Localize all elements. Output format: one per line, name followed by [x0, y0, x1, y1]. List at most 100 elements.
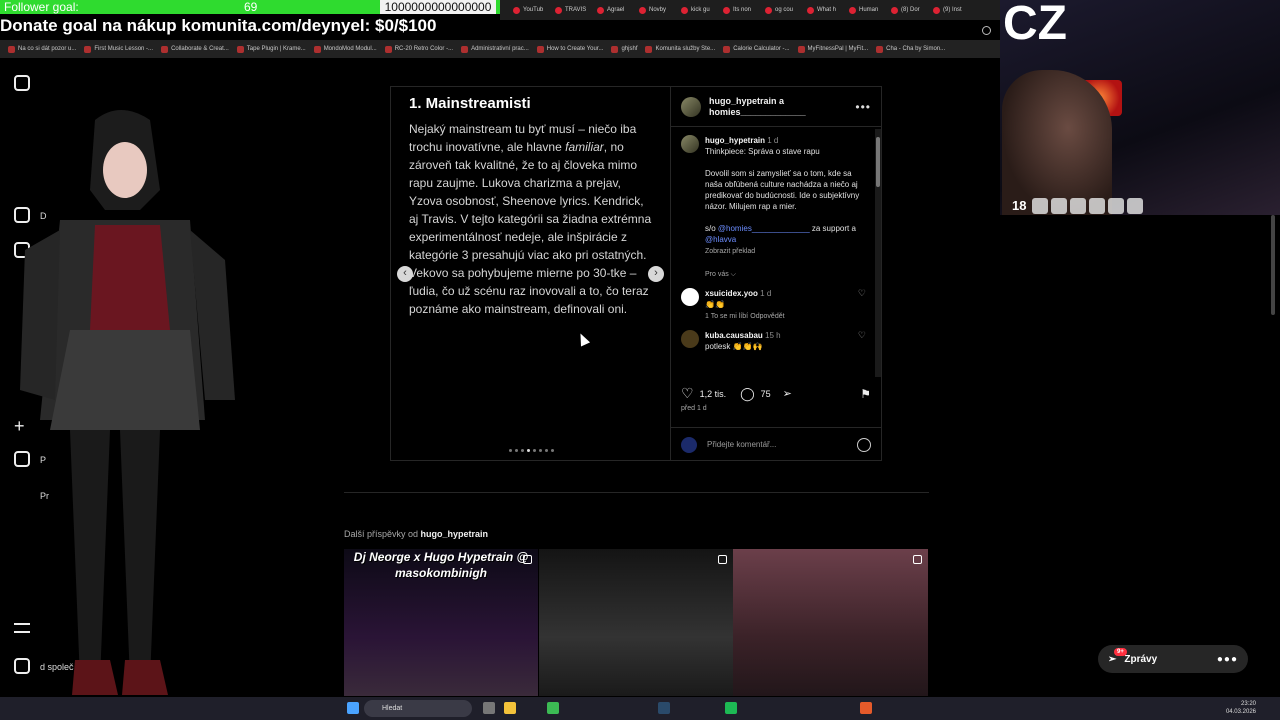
messages-button[interactable]: ➢ 9+ Zprávy ●●●	[1098, 645, 1248, 673]
tab-label: (8) Dor	[901, 7, 920, 13]
bookmark-item[interactable]: MyFitnessPal | MyFit...	[797, 45, 868, 53]
bookmark-item[interactable]: Komunita služby Ste...	[645, 45, 716, 53]
post-date: před 1 d	[681, 405, 707, 412]
bookmark-favicon-icon	[797, 45, 805, 53]
tab-favicon-icon	[723, 6, 730, 14]
reply-link[interactable]: Odpovědět	[750, 313, 784, 320]
browser-tab[interactable]: TRAVIS	[552, 0, 592, 20]
comment-likes[interactable]: 1 To se mi líbí	[705, 313, 748, 320]
tab-label: TRAVIS	[565, 7, 587, 13]
avatar[interactable]	[681, 135, 699, 153]
bookmark-item[interactable]: First Music Lesson -...	[84, 45, 153, 53]
bookmark-item[interactable]: Tape Plugin | Krame...	[236, 45, 306, 53]
mention-link[interactable]: @homies_____________	[718, 224, 810, 233]
emote-row	[1032, 198, 1143, 214]
tab-label: (9) Inst	[943, 7, 962, 13]
browser-tab[interactable]: What h	[804, 0, 844, 20]
browser-tab[interactable]: kick gu	[678, 0, 718, 20]
more-post-thumbnail[interactable]	[733, 549, 928, 696]
like-comment-icon[interactable]: ♡	[858, 288, 866, 322]
browser-tab[interactable]: YouTub	[510, 0, 550, 20]
instagram-icon[interactable]	[14, 75, 30, 91]
comment-user[interactable]: xsuicidex.yoo	[705, 289, 758, 298]
obs-icon[interactable]	[860, 702, 872, 714]
tab-label: Its non	[733, 7, 752, 13]
like-comment-icon[interactable]: ♡	[858, 330, 866, 352]
mention-link[interactable]: @hlavva	[705, 235, 736, 244]
browser-tab[interactable]: og cou	[762, 0, 802, 20]
bookmark-item[interactable]: Na co si dát pozor u...	[8, 45, 76, 53]
comments-list[interactable]: hugo_hypetrain 1 d Thinkpiece: Správa o …	[671, 129, 876, 377]
avatars-icon: ●●●	[1216, 653, 1238, 665]
search-icon[interactable]	[982, 26, 991, 35]
comments-scrollbar[interactable]	[875, 129, 881, 377]
browser-tab[interactable]: Novby	[636, 0, 676, 20]
carousel-next-button[interactable]: ›	[648, 266, 664, 282]
bookmark-item[interactable]: MondoMod Modul...	[313, 45, 377, 53]
steam-icon[interactable]	[658, 702, 670, 714]
bookmark-item[interactable]: How to Create Your...	[536, 45, 604, 53]
tab-favicon-icon	[555, 6, 562, 14]
tab-favicon-icon	[513, 6, 520, 14]
browser-tab[interactable]: Agrael	[594, 0, 634, 20]
caption-user[interactable]: hugo_hypetrain	[705, 136, 765, 145]
bookmark-item[interactable]: RC-20 Retro Color -...	[384, 45, 453, 53]
bookmark-item[interactable]: Administrativní prac...	[461, 45, 529, 53]
windows-start-icon[interactable]	[347, 702, 359, 714]
taskview-icon[interactable]	[483, 702, 495, 714]
avatar[interactable]	[681, 96, 701, 117]
bookmark-label: Komunita služby Ste...	[655, 46, 716, 52]
bookmark-item[interactable]: Cha - Cha by Simon...	[876, 45, 945, 53]
taskbar-clock[interactable]: 23:20 04.03.2026	[1226, 700, 1256, 716]
more-post-thumbnail[interactable]	[539, 549, 733, 696]
bookmark-icon[interactable]: ⚑	[860, 387, 871, 401]
post-actions: ♡ 1,2 tis. ◯ 75 ➢ ⚑	[681, 385, 871, 402]
more-options-icon[interactable]: •••	[855, 100, 871, 114]
thumbnail-caption: Dj Neorge x Hugo Hypetrain @ masokombini…	[353, 550, 529, 580]
more-posts-user[interactable]: hugo_hypetrain	[421, 529, 489, 539]
for-you-link[interactable]: Pro vás ⌵	[705, 271, 736, 278]
browser-tab[interactable]: (9) Inst	[930, 0, 970, 20]
like-count[interactable]: 1,2 tis.	[700, 389, 727, 399]
avatar	[681, 436, 697, 453]
add-comment-input[interactable]: Přidejte komentář...	[707, 440, 776, 449]
explorer-icon[interactable]	[504, 702, 516, 714]
carousel-prev-button[interactable]: ‹	[397, 266, 413, 282]
bookmark-item[interactable]: Calorie Calculator -...	[723, 45, 790, 53]
tab-favicon-icon	[933, 6, 940, 14]
bookmark-item[interactable]: ghjshf	[611, 45, 637, 53]
bookmark-favicon-icon	[461, 45, 469, 53]
tab-favicon-icon	[639, 6, 646, 14]
bookmark-label: How to Create Your...	[546, 46, 604, 52]
browser-tab[interactable]: (8) Dor	[888, 0, 928, 20]
follower-goal-label: Follower goal:	[4, 0, 79, 14]
browser-tab[interactable]: Its non	[720, 0, 760, 20]
bookmark-label: Calorie Calculator -...	[733, 46, 790, 52]
taskbar-search[interactable]: Hledat	[364, 700, 472, 717]
bookmark-item[interactable]: Collaborate & Creat...	[161, 45, 229, 53]
carousel-icon	[718, 555, 727, 564]
like-icon[interactable]: ♡	[681, 385, 694, 402]
more-post-thumbnail[interactable]: Dj Neorge x Hugo Hypetrain @ masokombini…	[344, 549, 538, 696]
show-translation-link[interactable]: Zobrazit překlad	[705, 248, 755, 255]
comment-icon[interactable]: ◯	[740, 386, 755, 402]
bookmarks-bar: Na co si dát pozor u... First Music Lesso…	[0, 40, 1000, 58]
post-author[interactable]: hugo_hypetrain a homies_____________	[709, 96, 847, 118]
more-posts-heading: Další příspěvky od hugo_hypetrain	[344, 529, 489, 539]
bookmark-favicon-icon	[8, 45, 15, 53]
avatar[interactable]	[681, 330, 699, 348]
comment-text: potlesk 👏👏🙌	[705, 342, 763, 351]
browser-tab[interactable]: Human	[846, 0, 886, 20]
page-scrollbar[interactable]	[1271, 215, 1275, 315]
comment-user[interactable]: kuba.causabau	[705, 331, 763, 340]
chrome-icon[interactable]	[547, 702, 559, 714]
bookmark-label: MondoMod Modul...	[323, 46, 377, 52]
emoji-icon[interactable]	[857, 437, 871, 452]
comment: xsuicidex.yoo 1 d 👏👏 1 To se mi líbí Odp…	[681, 288, 866, 322]
avatar[interactable]	[681, 288, 699, 306]
share-icon[interactable]: ➢	[783, 387, 792, 400]
add-comment-bar: Přidejte komentář...	[671, 427, 881, 461]
streamer	[1002, 70, 1112, 215]
spotify-icon[interactable]	[725, 702, 737, 714]
bookmark-favicon-icon	[876, 45, 884, 53]
